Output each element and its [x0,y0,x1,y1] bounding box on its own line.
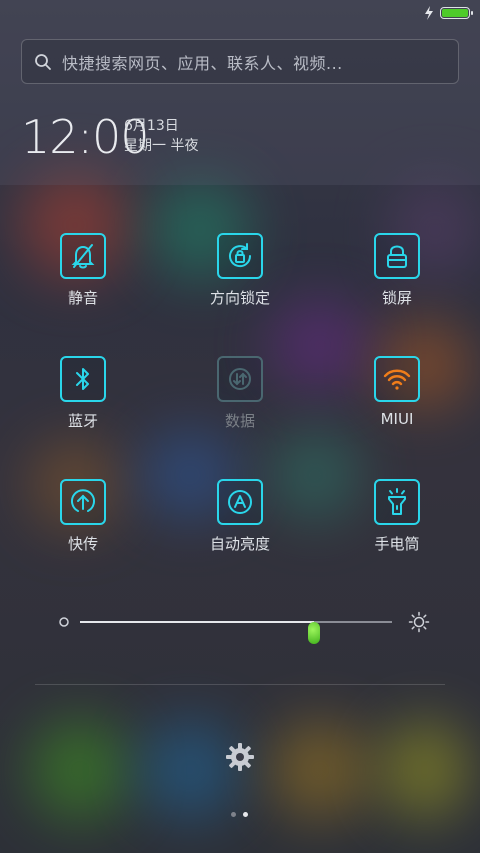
toggle-label: 自动亮度 [209,535,270,553]
toggle-mobile-data[interactable]: 数据 [180,356,300,431]
brightness-high-icon [408,611,430,633]
date-text: 6月13日 [124,118,179,134]
toggle-rotation-lock[interactable]: 方向锁定 [180,233,300,308]
toggle-bluetooth[interactable]: 蓝牙 [23,356,143,431]
flashlight-icon [374,479,420,525]
toggle-label: MIUI [380,410,414,428]
quick-transfer-icon [60,479,106,525]
toggle-quick-transfer[interactable]: 快传 [23,479,143,554]
toggle-wifi[interactable]: MIUI [337,356,457,428]
toggle-lock-screen[interactable]: 锁屏 [337,233,457,308]
page-dot [231,812,236,817]
toggle-label: 方向锁定 [209,289,270,307]
toggle-label: 静音 [67,289,98,307]
toggle-label: 快传 [67,535,98,553]
settings-gear-icon[interactable] [225,742,255,772]
charging-icon [425,6,433,20]
search-bar[interactable]: 快捷搜索网页、应用、联系人、视频... [21,39,459,84]
toggle-flashlight[interactable]: 手电筒 [337,479,457,554]
toggle-label: 蓝牙 [67,412,98,430]
auto-brightness-icon [217,479,263,525]
bluetooth-icon [60,356,106,402]
brightness-track-filled [80,621,314,623]
bell-off-icon [60,233,106,279]
toggle-label: 数据 [224,412,255,430]
brightness-low-icon [59,617,69,627]
battery-fill [442,9,468,17]
rotation-lock-icon [217,233,263,279]
search-input[interactable]: 快捷搜索网页、应用、联系人、视频... [62,50,343,74]
page-dot-active [243,812,248,817]
wifi-icon [374,356,420,402]
divider [35,684,445,685]
brightness-track[interactable] [80,621,392,644]
lock-icon [374,233,420,279]
brightness-slider[interactable] [58,609,430,644]
status-bar [424,4,473,22]
mobile-data-icon [217,356,263,402]
weekday-text: 星期一 半夜 [124,138,199,154]
toggle-silent[interactable]: 静音 [23,233,143,308]
search-icon [35,53,51,70]
brightness-thumb[interactable] [308,622,320,644]
page-indicator [231,812,248,817]
battery-icon [440,7,473,19]
toggle-label: 手电筒 [374,535,420,553]
toggle-label: 锁屏 [381,289,412,307]
toggle-auto-brightness[interactable]: 自动亮度 [180,479,300,554]
clock-date-block: 6月13日 星期一 半夜 [124,116,198,156]
